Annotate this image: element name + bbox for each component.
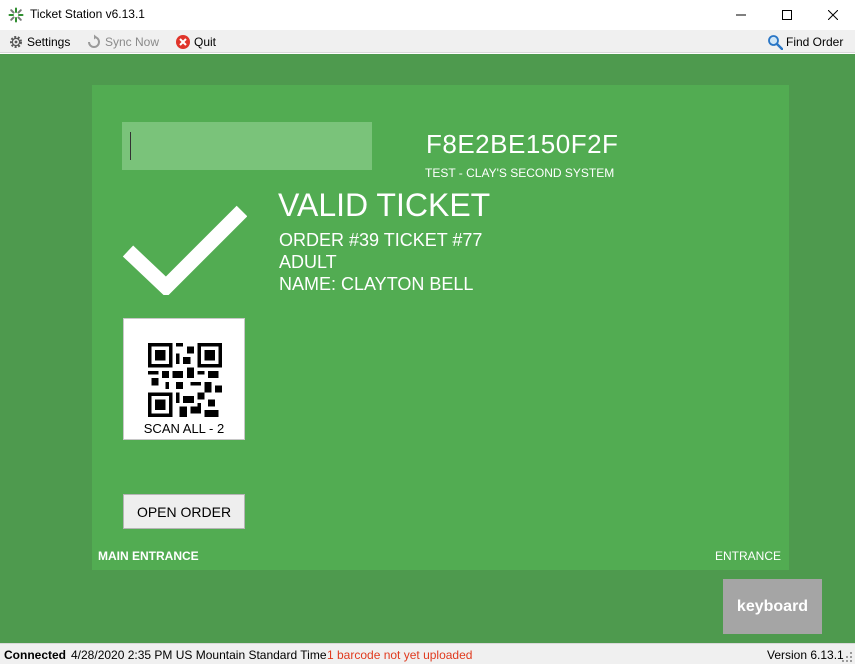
minimize-button[interactable] <box>718 0 764 30</box>
location-type: ENTRANCE <box>714 549 781 563</box>
close-icon <box>828 10 838 20</box>
keyboard-button[interactable]: keyboard <box>723 579 822 634</box>
ticket-holder-name: NAME: CLAYTON BELL <box>279 274 474 294</box>
scan-all-label: SCAN ALL - 2 <box>143 421 225 436</box>
quit-menu[interactable]: Quit <box>175 33 216 51</box>
keyboard-label: keyboard <box>736 597 809 615</box>
quit-label: Quit <box>194 35 217 49</box>
sync-now-menu[interactable]: Sync Now <box>86 33 159 51</box>
ticket-type: ADULT <box>279 252 337 272</box>
qr-code-icon <box>148 343 222 417</box>
ticket-panel: F8E2BE150F2F TEST - CLAY'S SECOND SYSTEM… <box>92 85 789 570</box>
gear-icon <box>8 34 24 50</box>
find-order-menu[interactable]: Find Order <box>767 33 843 51</box>
sync-label: Sync Now <box>105 35 160 49</box>
sync-icon <box>86 34 102 50</box>
minimize-icon <box>736 14 746 16</box>
find-order-label: Find Order <box>786 35 844 49</box>
search-icon <box>767 34 783 50</box>
open-order-label: OPEN ORDER <box>136 503 232 520</box>
ticket-code: F8E2BE150F2F <box>426 129 619 159</box>
app-logo-icon <box>8 7 24 23</box>
status-bar: Connected 4/28/2020 2:35 PM US Mountain … <box>0 643 855 664</box>
close-button[interactable] <box>810 0 855 30</box>
scan-all-button[interactable]: SCAN ALL - 2 <box>123 318 245 440</box>
system-name: TEST - CLAY'S SECOND SYSTEM <box>425 166 615 180</box>
checkmark-icon <box>122 205 247 295</box>
ticket-status: VALID TICKET <box>278 187 491 223</box>
upload-warning: 1 barcode not yet uploaded <box>327 648 473 662</box>
app-version: Version 6.13.1 <box>767 648 844 662</box>
settings-label: Settings <box>27 35 71 49</box>
status-datetime: 4/28/2020 2:35 PM US Mountain Standard T… <box>71 648 327 662</box>
title-bar: Ticket Station v6.13.1 <box>0 0 855 30</box>
connection-status: Connected <box>4 648 67 662</box>
location-name: MAIN ENTRANCE <box>98 549 199 563</box>
resize-grip-icon[interactable] <box>842 652 853 663</box>
settings-menu[interactable]: Settings <box>8 33 70 51</box>
barcode-input[interactable] <box>122 122 372 170</box>
maximize-icon <box>782 10 792 20</box>
open-order-button[interactable]: OPEN ORDER <box>123 494 245 529</box>
app-window: Ticket Station v6.13.1 Settings Sync Now… <box>0 0 855 664</box>
text-caret <box>130 132 131 160</box>
quit-icon <box>175 34 191 50</box>
menu-bar: Settings Sync Now Quit Find Order <box>0 30 855 53</box>
maximize-button[interactable] <box>764 0 810 30</box>
window-title: Ticket Station v6.13.1 <box>30 7 145 21</box>
main-area: F8E2BE150F2F TEST - CLAY'S SECOND SYSTEM… <box>0 54 855 643</box>
order-ticket-number: ORDER #39 TICKET #77 <box>279 230 483 250</box>
